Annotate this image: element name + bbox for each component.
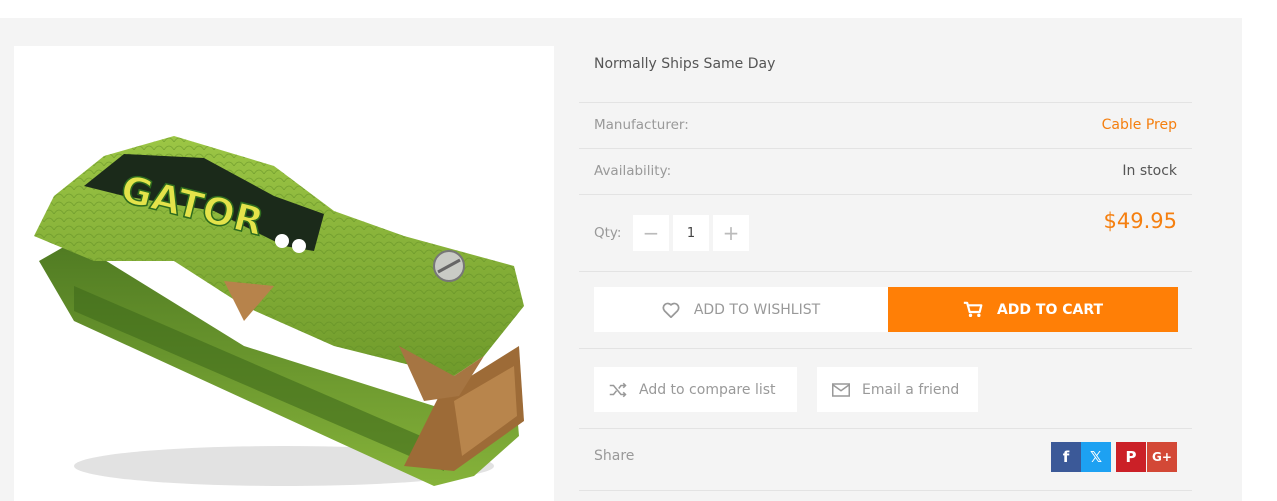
product-panel: GATOR Normally Ships Same Day Manufactur…: [0, 18, 1242, 501]
share-label: Share: [594, 448, 635, 464]
pinterest-icon: P: [1125, 448, 1137, 466]
facebook-share-button[interactable]: f: [1051, 442, 1081, 472]
product-image[interactable]: GATOR: [14, 46, 554, 501]
cart-label: ADD TO CART: [996, 301, 1104, 318]
google-plus-share-button[interactable]: G+: [1147, 442, 1177, 472]
shuffle-icon: [609, 382, 627, 397]
qty-decrease-button[interactable]: −: [633, 215, 669, 251]
pinterest-share-button[interactable]: P: [1116, 442, 1146, 472]
qty-label: Qty:: [594, 225, 622, 241]
manufacturer-link[interactable]: Cable Prep: [1102, 117, 1177, 133]
product-info: Normally Ships Same Day Manufacturer: Ca…: [579, 18, 1192, 501]
share-divider: [579, 490, 1192, 491]
compare-label: Add to compare list: [639, 381, 776, 398]
manufacturer-row: Manufacturer: Cable Prep: [579, 102, 1192, 148]
add-to-cart-button[interactable]: ADD TO CART: [888, 287, 1178, 332]
availability-row: Availability: In stock: [579, 148, 1192, 194]
qty-price-row: Qty: − 1 + $49.95: [579, 194, 1192, 271]
availability-label: Availability:: [594, 163, 672, 179]
product-price: $49.95: [1103, 209, 1177, 233]
cart-icon: [963, 301, 983, 317]
heart-icon: [662, 302, 680, 318]
minus-icon: −: [642, 221, 660, 245]
email-label: Email a friend: [862, 381, 960, 398]
cable-stripper-illustration: GATOR: [34, 136, 524, 486]
x-share-button[interactable]: 𝕏: [1081, 442, 1111, 472]
add-to-compare-button[interactable]: Add to compare list: [594, 367, 797, 412]
qty-increase-button[interactable]: +: [713, 215, 749, 251]
manufacturer-label: Manufacturer:: [594, 117, 689, 133]
x-icon: 𝕏: [1089, 448, 1103, 466]
wishlist-label: ADD TO WISHLIST: [693, 301, 821, 318]
availability-value: In stock: [1122, 163, 1177, 179]
email-friend-button[interactable]: Email a friend: [817, 367, 978, 412]
qty-input[interactable]: 1: [673, 215, 709, 251]
google-plus-icon: G+: [1152, 450, 1172, 464]
facebook-icon: f: [1062, 448, 1070, 466]
envelope-icon: [832, 382, 850, 397]
add-to-wishlist-button[interactable]: ADD TO WISHLIST: [594, 287, 888, 332]
shipping-note: Normally Ships Same Day: [594, 56, 776, 72]
plus-icon: +: [722, 221, 740, 245]
